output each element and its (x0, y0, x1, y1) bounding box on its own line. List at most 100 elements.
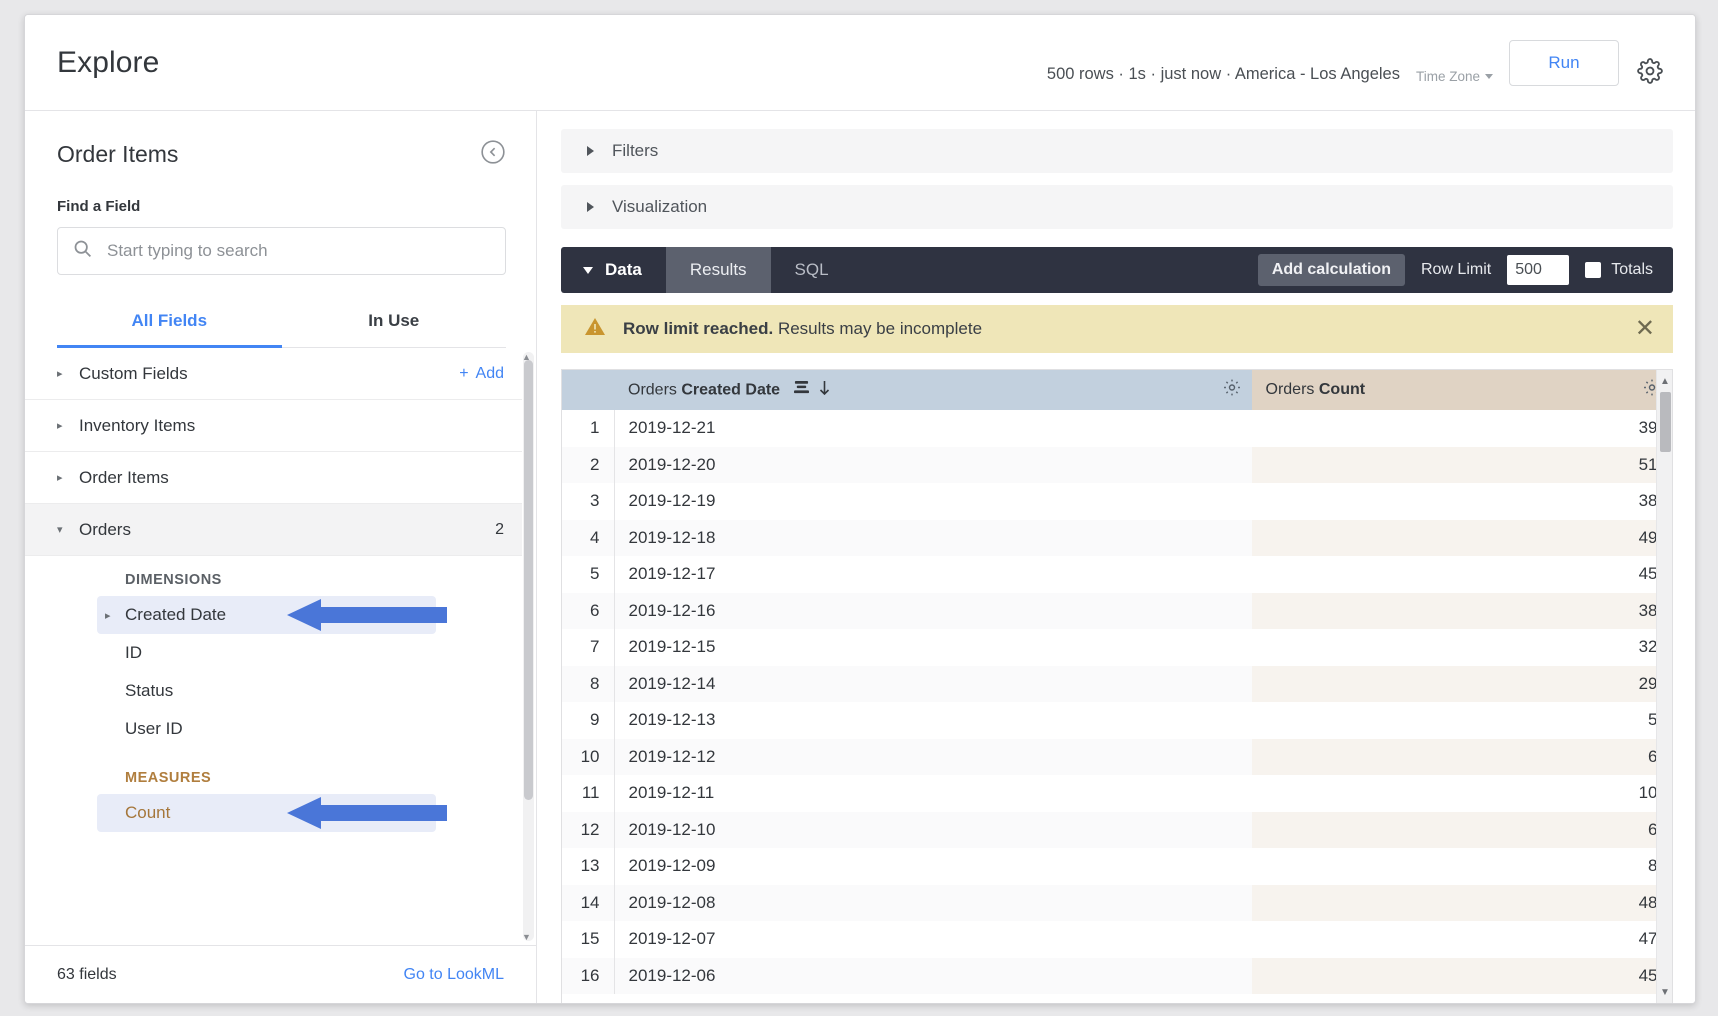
table-row[interactable]: 15 2019-12-07 47 (562, 921, 1672, 958)
cell-created-date[interactable]: 2019-12-20 (614, 446, 1252, 483)
header-actions: 500 rows · 1s · just now · America - Los… (1046, 39, 1665, 86)
table-row[interactable]: 4 2019-12-18 49 (562, 519, 1672, 556)
pivot-icon[interactable] (793, 380, 810, 400)
cell-count[interactable]: 49 (1251, 519, 1672, 556)
cell-count[interactable]: 29 (1251, 665, 1672, 702)
table-row[interactable]: 1 2019-12-21 39 (562, 410, 1672, 447)
cell-created-date[interactable]: 2019-12-13 (614, 702, 1252, 739)
field-created-date[interactable]: ▸ Created Date (97, 596, 447, 634)
tree-group-orders[interactable]: ▾ Orders 2 (25, 504, 522, 556)
field-count[interactable]: Count (97, 794, 447, 832)
cell-count[interactable]: 8 (1251, 848, 1672, 885)
tab-all-fields[interactable]: All Fields (57, 301, 282, 348)
cell-count[interactable]: 38 (1251, 592, 1672, 629)
table-scrollbar[interactable]: ▲ ▼ (1656, 370, 1672, 1003)
go-to-lookml-link[interactable]: Go to LookML (404, 966, 505, 984)
visualization-section-header[interactable]: Visualization (561, 185, 1673, 229)
filters-section-header[interactable]: Filters (561, 129, 1673, 173)
table-row[interactable]: 6 2019-12-16 38 (562, 592, 1672, 629)
cell-created-date[interactable]: 2019-12-14 (614, 665, 1252, 702)
table-row[interactable]: 3 2019-12-19 38 (562, 483, 1672, 520)
tree-group-inventory-items[interactable]: ▸ Inventory Items (25, 400, 522, 452)
cell-created-date[interactable]: 2019-12-17 (614, 556, 1252, 593)
table-row[interactable]: 9 2019-12-13 5 (562, 702, 1672, 739)
query-status-text: 500 rows · 1s · just now · America - Los… (1046, 64, 1400, 83)
row-number: 10 (562, 738, 615, 775)
cell-created-date[interactable]: 2019-12-15 (614, 629, 1252, 666)
add-custom-field-button[interactable]: + Add (459, 365, 504, 383)
cell-count[interactable]: 39 (1251, 410, 1672, 447)
cell-count[interactable]: 45 (1251, 957, 1672, 994)
cell-count[interactable]: 5 (1251, 702, 1672, 739)
column-gear-icon[interactable] (1222, 378, 1242, 403)
row-limit-input[interactable] (1507, 255, 1570, 285)
cell-created-date[interactable]: 2019-12-11 (614, 775, 1252, 812)
cell-created-date[interactable]: 2019-12-10 (614, 811, 1252, 848)
cell-count[interactable]: 47 (1251, 921, 1672, 958)
tree-group-custom-fields[interactable]: ▸ Custom Fields + Add (25, 348, 522, 400)
cell-count[interactable]: 6 (1251, 738, 1672, 775)
cell-created-date[interactable]: 2019-12-19 (614, 483, 1252, 520)
table-row[interactable]: 14 2019-12-08 48 (562, 884, 1672, 921)
field-user-id[interactable]: User ID (97, 710, 436, 748)
sidebar-scroll-thumb[interactable] (524, 360, 533, 800)
table-row[interactable]: 12 2019-12-10 6 (562, 811, 1672, 848)
table-row[interactable]: 7 2019-12-15 32 (562, 629, 1672, 666)
sort-desc-icon[interactable] (818, 380, 831, 401)
table-scroll-thumb[interactable] (1660, 392, 1671, 452)
cell-created-date[interactable]: 2019-12-12 (614, 738, 1252, 775)
table-row[interactable]: 5 2019-12-17 45 (562, 556, 1672, 593)
data-toolbar-actions: Add calculation Row Limit Totals (1257, 247, 1673, 293)
cell-created-date[interactable]: 2019-12-21 (614, 410, 1252, 447)
table-row[interactable]: 2 2019-12-20 51 (562, 446, 1672, 483)
table-row[interactable]: 10 2019-12-12 6 (562, 738, 1672, 775)
gear-icon[interactable] (1635, 56, 1665, 86)
cell-count[interactable]: 10 (1251, 775, 1672, 812)
tab-data[interactable]: Data (561, 247, 666, 293)
table-body: 1 2019-12-21 39 2 2019-12-20 51 3 2019-12-19 38 4… (562, 410, 1672, 994)
scroll-down-icon[interactable]: ▼ (1657, 983, 1672, 1001)
cell-created-date[interactable]: 2019-12-07 (614, 921, 1252, 958)
search-input[interactable] (107, 241, 491, 261)
row-number: 8 (562, 665, 615, 702)
cell-created-date[interactable]: 2019-12-08 (614, 884, 1252, 921)
cell-created-date[interactable]: 2019-12-16 (614, 592, 1252, 629)
scroll-down-icon[interactable]: ▼ (522, 932, 531, 942)
tab-sql[interactable]: SQL (771, 247, 853, 293)
sidebar-scrollbar[interactable]: ▲ ▼ (522, 352, 534, 942)
tree-group-label: Orders (79, 519, 131, 539)
cell-count[interactable]: 38 (1251, 483, 1672, 520)
close-icon[interactable]: ✕ (1635, 317, 1655, 341)
page-title: Explore (57, 45, 160, 79)
main-body: Order Items Find a Field Start typing to… (25, 111, 1695, 1003)
cell-created-date[interactable]: 2019-12-06 (614, 957, 1252, 994)
field-status[interactable]: Status (97, 672, 436, 710)
scroll-up-icon[interactable]: ▲ (1657, 372, 1672, 390)
column-header-created-date[interactable]: Orders Created Date (614, 370, 1252, 410)
cell-count[interactable]: 6 (1251, 811, 1672, 848)
field-search-box[interactable] (57, 227, 506, 275)
timezone-selector[interactable]: Time Zone (1416, 69, 1493, 86)
cell-created-date[interactable]: 2019-12-18 (614, 519, 1252, 556)
column-prefix: Orders (628, 381, 677, 399)
chevron-left-circle-icon[interactable] (480, 139, 506, 170)
totals-checkbox[interactable]: Totals (1585, 261, 1653, 279)
field-partial-next[interactable] (97, 832, 436, 870)
cell-count[interactable]: 45 (1251, 556, 1672, 593)
tree-group-order-items[interactable]: ▸ Order Items (25, 452, 522, 504)
cell-created-date[interactable]: 2019-12-09 (614, 848, 1252, 885)
cell-count[interactable]: 48 (1251, 884, 1672, 921)
table-row[interactable]: 11 2019-12-11 10 (562, 775, 1672, 812)
tab-in-use[interactable]: In Use (282, 301, 507, 348)
table-row[interactable]: 16 2019-12-06 45 (562, 957, 1672, 994)
table-row[interactable]: 8 2019-12-14 29 (562, 665, 1672, 702)
results-pane: Filters Visualization Data Results SQL A… (537, 111, 1695, 1003)
field-id[interactable]: ID (97, 634, 436, 672)
cell-count[interactable]: 32 (1251, 629, 1672, 666)
tab-results[interactable]: Results (665, 247, 771, 293)
table-row[interactable]: 13 2019-12-09 8 (562, 848, 1672, 885)
column-header-count[interactable]: Orders Count (1251, 370, 1672, 410)
run-button[interactable]: Run (1509, 39, 1619, 86)
add-calculation-button[interactable]: Add calculation (1257, 254, 1405, 286)
cell-count[interactable]: 51 (1251, 446, 1672, 483)
